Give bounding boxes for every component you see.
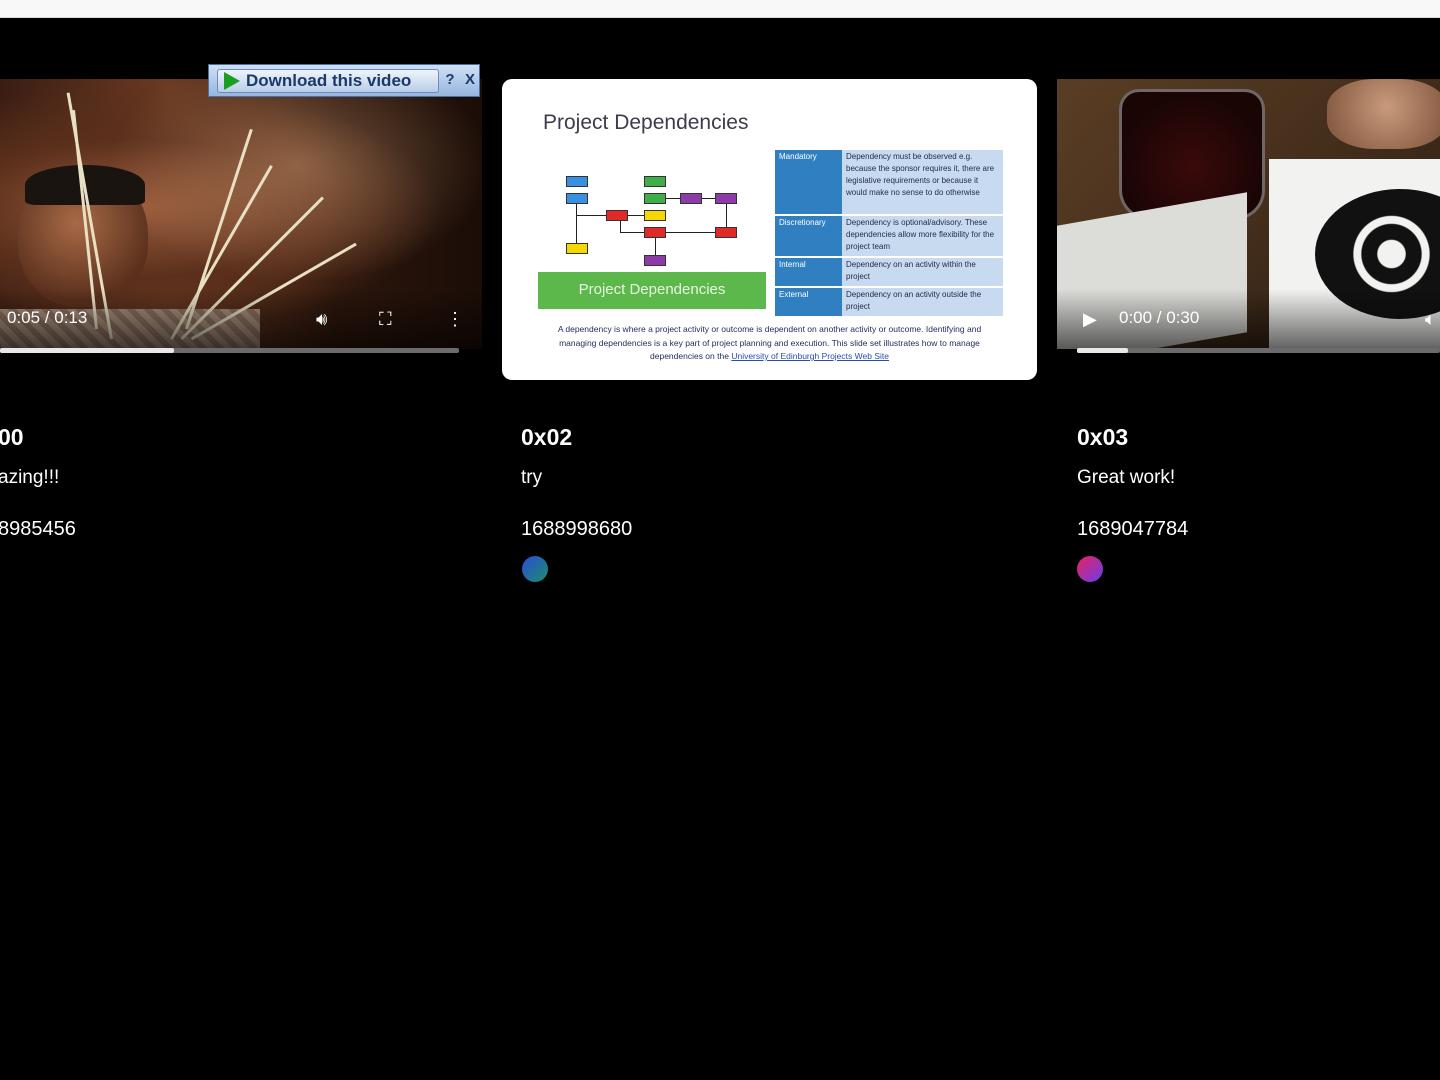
avatar[interactable] [1077, 556, 1103, 582]
play-icon [224, 72, 240, 90]
slide-banner: Project Dependencies [538, 272, 766, 309]
download-video-button[interactable]: Download this video [217, 69, 439, 93]
card-comment: try [521, 467, 543, 488]
mute-icon[interactable]: 🔈︎ [1425, 309, 1436, 329]
help-icon[interactable]: ? [441, 69, 459, 91]
download-label: Download this video [246, 71, 412, 90]
more-options-icon[interactable]: ⋮ [446, 309, 464, 329]
card-timestamp: 8985456 [0, 518, 76, 540]
video-time: 0:05 / 0:13 [7, 308, 88, 327]
video-time: 0:00 / 0:30 [1119, 308, 1200, 327]
video-progress-bar[interactable] [1077, 348, 1440, 353]
dependency-table: Mandatory Dependency must be observed e.… [775, 150, 1003, 318]
card-timestamp: 1688998680 [521, 518, 633, 540]
slide-caption-link[interactable]: University of Edinburgh Projects Web Sit… [731, 351, 889, 361]
slide-preview[interactable]: Project Dependencies Project Dependencie… [502, 79, 1037, 380]
video-controls: 0:05 / 0:13 🔊︎ ⛶ ⋮ [0, 289, 482, 349]
card-title: 00 [0, 424, 24, 450]
browser-top-bar [0, 0, 1440, 18]
table-row: Mandatory Dependency must be observed e.… [775, 150, 1003, 216]
slide-caption: A dependency is where a project activity… [557, 324, 982, 361]
card-comment: Great work! [1077, 467, 1176, 488]
fullscreen-icon[interactable]: ⛶ [379, 309, 392, 329]
table-row: External Dependency on an activity outsi… [775, 288, 1003, 318]
card-title: 0x02 [521, 424, 573, 450]
download-toolbar: Download this video ? X [208, 64, 480, 97]
volume-icon[interactable]: 🔊︎ [316, 309, 327, 329]
table-row: Discretionary Dependency is optional/adv… [775, 216, 1003, 258]
video-progress-bar[interactable] [0, 348, 459, 353]
avatar[interactable] [522, 556, 548, 582]
card-timestamp: 1689047784 [1077, 518, 1189, 540]
video-progress-fill [1077, 348, 1128, 353]
video-player[interactable]: ▶ 0:00 / 0:30 🔈︎ [1057, 79, 1440, 349]
close-icon[interactable]: X [461, 69, 479, 91]
card-title: 0x03 [1077, 424, 1129, 450]
table-row: Internal Dependency on an activity withi… [775, 258, 1003, 288]
play-icon[interactable]: ▶ [1083, 309, 1097, 329]
slide-title: Project Dependencies [543, 111, 749, 134]
video-player[interactable]: 0:05 / 0:13 🔊︎ ⛶ ⋮ [0, 79, 482, 349]
video-progress-fill [0, 348, 175, 353]
card-comment: azing!!! [0, 467, 60, 488]
video-controls: ▶ 0:00 / 0:30 🔈︎ [1057, 289, 1440, 349]
